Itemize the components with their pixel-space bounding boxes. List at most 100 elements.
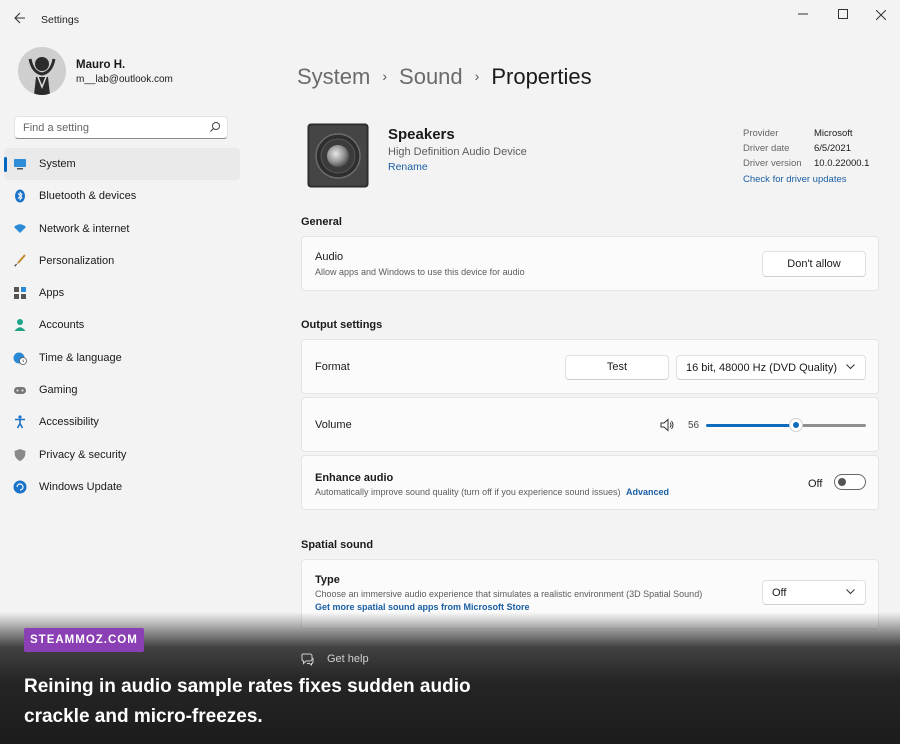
audio-title: Audio xyxy=(315,251,344,263)
search-input[interactable] xyxy=(15,117,213,138)
format-value: 16 bit, 48000 Hz (DVD Quality) xyxy=(686,362,838,374)
provider-label: Provider xyxy=(743,128,779,139)
sidebar-item-label: Apps xyxy=(39,287,65,300)
sidebar-item-apps[interactable]: Apps xyxy=(4,277,240,309)
sidebar-item-label: Windows Update xyxy=(39,480,123,493)
format-card: Format Test 16 bit, 48000 Hz (DVD Qualit… xyxy=(301,339,879,394)
help-icon[interactable] xyxy=(301,652,315,666)
format-title: Format xyxy=(315,361,350,373)
caption-text: Reining in audio sample rates fixes sudd… xyxy=(24,676,471,727)
volume-slider-thumb[interactable] xyxy=(789,418,803,432)
volume-title: Volume xyxy=(315,419,352,431)
accessibility-icon xyxy=(15,415,25,429)
chevron-down-icon xyxy=(846,589,855,595)
minimize-button[interactable] xyxy=(790,6,816,24)
driver-date-label: Driver date xyxy=(743,143,790,154)
sidebar-item-network[interactable]: Network & internet xyxy=(4,213,240,245)
enhance-audio-state: Off xyxy=(808,478,823,490)
provider-value: Microsoft xyxy=(814,128,853,139)
breadcrumb-sound[interactable]: Sound xyxy=(399,64,463,89)
device-description: High Definition Audio Device xyxy=(388,146,527,158)
dont-allow-button[interactable]: Don't allow xyxy=(762,251,866,277)
enhance-audio-toggle[interactable] xyxy=(834,474,866,490)
advanced-link[interactable]: Advanced xyxy=(626,487,669,497)
sidebar-item-label: Network & internet xyxy=(39,222,130,235)
sidebar-item-label: Accessibility xyxy=(39,416,99,429)
audio-subtitle: Allow apps and Windows to use this devic… xyxy=(315,267,525,277)
wifi-icon xyxy=(14,223,26,233)
shield-icon xyxy=(14,448,26,461)
user-email: m__lab@outlook.com xyxy=(76,74,173,85)
spatial-type-dropdown[interactable]: Off xyxy=(762,580,866,605)
sidebar-item-system[interactable]: System xyxy=(4,148,240,181)
sidebar-item-bluetooth[interactable]: Bluetooth & devices xyxy=(4,180,240,212)
app-title: Settings xyxy=(41,14,79,26)
spatial-type-value: Off xyxy=(772,587,787,599)
back-arrow-icon[interactable] xyxy=(10,9,30,29)
sidebar-item-windows-update[interactable]: Windows Update xyxy=(4,471,240,503)
avatar[interactable] xyxy=(18,47,66,95)
search-icon[interactable] xyxy=(209,121,221,133)
sidebar-item-personalization[interactable]: Personalization xyxy=(4,245,240,277)
format-dropdown[interactable]: 16 bit, 48000 Hz (DVD Quality) xyxy=(676,355,866,380)
enhance-audio-description: Automatically improve sound quality (tur… xyxy=(315,487,621,497)
section-heading-general: General xyxy=(301,216,342,228)
sidebar-item-label: Privacy & security xyxy=(39,448,127,461)
device-name: Speakers xyxy=(388,126,455,143)
sidebar-nav: System Bluetooth & devices Network & int… xyxy=(4,148,240,503)
sidebar-item-time-language[interactable]: Time & language xyxy=(4,342,240,374)
chevron-right-icon: › xyxy=(382,68,388,84)
microsoft-store-link[interactable]: Get more spatial sound apps from Microso… xyxy=(315,602,530,612)
update-icon xyxy=(13,480,27,494)
driver-version-label: Driver version xyxy=(743,158,802,169)
sidebar-item-accounts[interactable]: Accounts xyxy=(4,309,240,341)
audio-card: Audio Allow apps and Windows to use this… xyxy=(301,236,879,291)
speaker-volume-icon[interactable] xyxy=(660,418,676,432)
maximize-button[interactable] xyxy=(830,6,856,24)
title-bar: Settings xyxy=(0,0,900,36)
chevron-right-icon: › xyxy=(474,68,480,84)
speaker-icon xyxy=(307,123,369,188)
globe-clock-icon xyxy=(13,352,27,365)
test-button[interactable]: Test xyxy=(565,355,669,380)
gamepad-icon xyxy=(14,387,26,395)
person-icon xyxy=(14,319,26,332)
section-heading-spatial: Spatial sound xyxy=(301,539,374,551)
sidebar-item-label: Personalization xyxy=(39,254,115,267)
system-icon xyxy=(14,159,26,170)
sidebar-item-label: System xyxy=(39,158,76,170)
brush-icon xyxy=(14,254,26,267)
sidebar-item-gaming[interactable]: Gaming xyxy=(4,374,240,406)
chevron-down-icon xyxy=(846,364,855,370)
driver-updates-link[interactable]: Check for driver updates xyxy=(743,174,847,185)
sidebar-item-accessibility[interactable]: Accessibility xyxy=(4,406,240,438)
get-help-link[interactable]: Get help xyxy=(327,653,369,665)
spatial-type-title: Type xyxy=(315,574,340,586)
toggle-knob xyxy=(838,478,846,486)
driver-version-value: 10.0.22000.1 xyxy=(814,158,870,169)
sidebar-item-privacy[interactable]: Privacy & security xyxy=(4,439,240,471)
enhance-audio-title: Enhance audio xyxy=(315,472,394,484)
enhance-audio-subtitle: Automatically improve sound quality (tur… xyxy=(315,487,669,497)
page-title: Properties xyxy=(491,64,592,89)
enhance-audio-card: Enhance audio Automatically improve soun… xyxy=(301,455,879,510)
driver-date-value: 6/5/2021 xyxy=(814,143,851,154)
volume-slider-fill[interactable] xyxy=(706,424,796,427)
sidebar-item-label: Bluetooth & devices xyxy=(39,190,137,203)
close-button[interactable] xyxy=(868,6,894,24)
section-heading-output: Output settings xyxy=(301,319,383,331)
spatial-type-subtitle: Choose an immersive audio experience tha… xyxy=(315,589,703,599)
volume-value: 56 xyxy=(688,420,700,431)
bluetooth-icon xyxy=(15,189,25,203)
volume-card: Volume 56 xyxy=(301,397,879,452)
brand-badge: STEAMMOZ.COM xyxy=(24,628,144,652)
rename-link[interactable]: Rename xyxy=(388,161,428,173)
sidebar-item-label: Accounts xyxy=(39,319,85,332)
breadcrumb-system[interactable]: System xyxy=(297,64,370,89)
volume-slider-track[interactable] xyxy=(796,424,866,427)
sidebar-item-label: Gaming xyxy=(39,384,78,397)
apps-icon xyxy=(14,287,26,300)
sidebar-item-label: Time & language xyxy=(39,351,122,364)
search-box[interactable] xyxy=(14,116,228,139)
breadcrumb: System › Sound › Properties xyxy=(297,64,592,90)
